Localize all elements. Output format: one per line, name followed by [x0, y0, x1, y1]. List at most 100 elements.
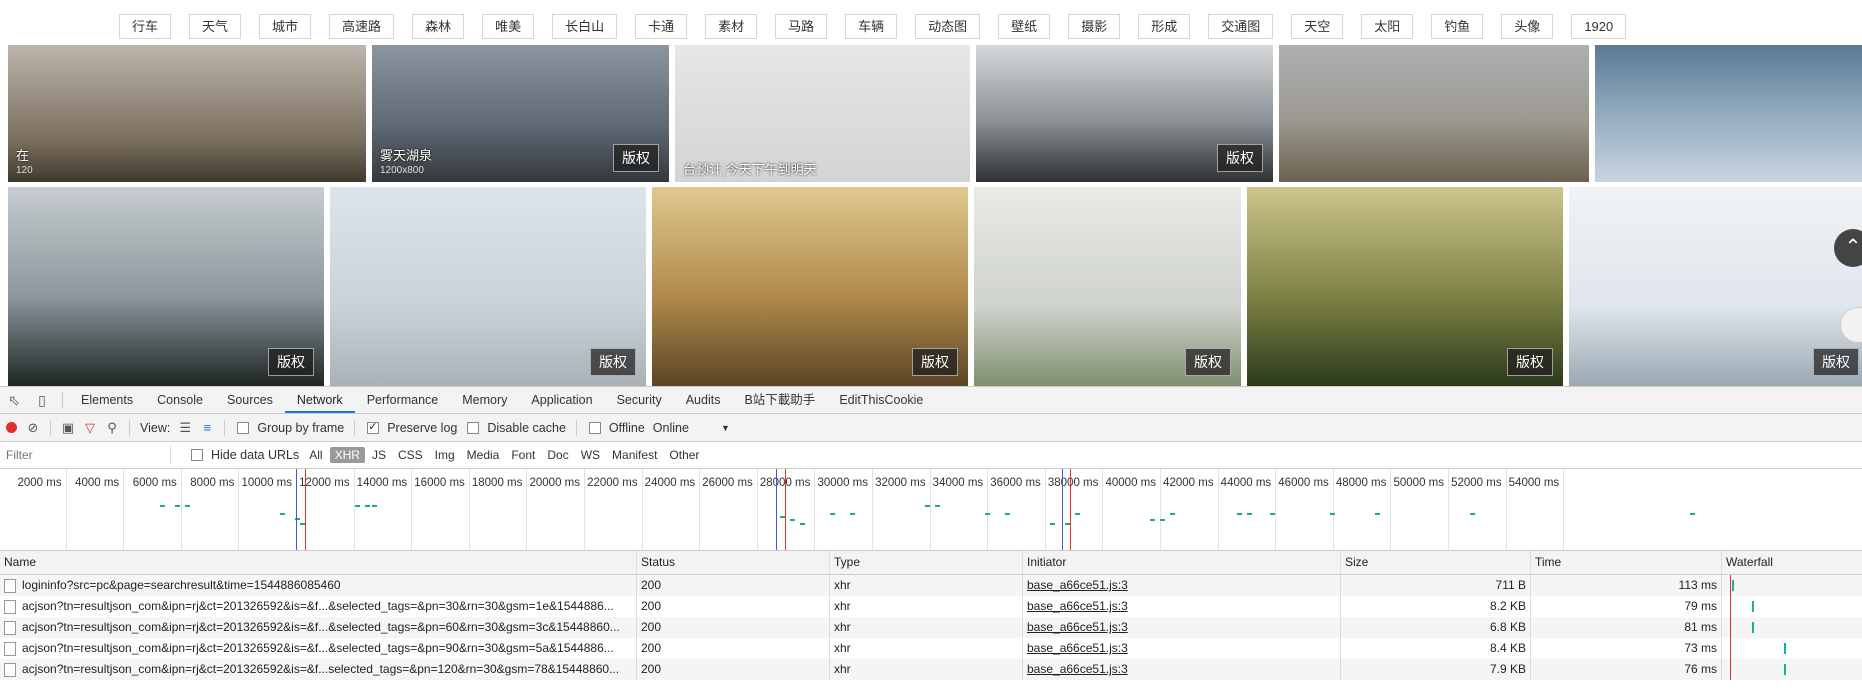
image-thumbnail[interactable]	[1279, 45, 1589, 182]
copyright-badge[interactable]: 版权	[590, 348, 636, 376]
request-row[interactable]: acjson?tn=resultjson_com&ipn=rj&ct=20132…	[0, 638, 1862, 659]
request-name-cell[interactable]: acjson?tn=resultjson_com&ipn=rj&ct=20132…	[0, 638, 637, 659]
tag-link[interactable]: 壁纸	[998, 14, 1051, 39]
request-row[interactable]: acjson?tn=resultjson_com&ipn=rj&ct=20132…	[0, 596, 1862, 617]
request-name-cell[interactable]: logininfo?src=pc&page=searchresult&time=…	[0, 575, 637, 596]
tag-link[interactable]: 形成	[1138, 14, 1191, 39]
filter-icon[interactable]: ▽	[79, 414, 101, 441]
throttling-select[interactable]: Online	[653, 421, 689, 435]
hide-data-urls-checkbox[interactable]	[191, 449, 203, 461]
tab-performance[interactable]: Performance	[355, 387, 451, 413]
tag-link[interactable]: 卡通	[635, 14, 688, 39]
initiator-link[interactable]: base_a66ce51.js:3	[1027, 599, 1128, 613]
column-header-name[interactable]: Name	[0, 551, 637, 574]
filter-type-manifest[interactable]: Manifest	[607, 447, 662, 463]
column-header-status[interactable]: Status	[637, 551, 830, 574]
filter-type-xhr[interactable]: XHR	[329, 447, 365, 463]
capture-screenshots-icon[interactable]: ▣	[57, 414, 79, 441]
tag-link[interactable]: 高速路	[329, 14, 395, 39]
filter-type-font[interactable]: Font	[506, 447, 540, 463]
image-thumbnail[interactable]: 雾天湖泉 1200x800 版权	[372, 45, 669, 182]
inspect-element-icon[interactable]: ⬁	[0, 387, 28, 413]
tag-link[interactable]: 钓鱼	[1431, 14, 1484, 39]
image-thumbnail[interactable]: 版权	[1247, 187, 1563, 386]
group-by-frame-checkbox[interactable]	[237, 421, 250, 434]
tab-audits[interactable]: Audits	[674, 387, 733, 413]
image-thumbnail[interactable]: 版权	[330, 187, 646, 386]
tab-editthiscookie[interactable]: EditThisCookie	[827, 387, 935, 413]
filter-type-js[interactable]: JS	[367, 447, 391, 463]
copyright-badge[interactable]: 版权	[1185, 348, 1231, 376]
device-toolbar-icon[interactable]: ▯	[28, 387, 56, 413]
request-name-cell[interactable]: acjson?tn=resultjson_com&ipn=rj&ct=20132…	[0, 617, 637, 638]
tab-b-[interactable]: B站下載助手	[732, 387, 827, 413]
tab-memory[interactable]: Memory	[450, 387, 519, 413]
column-header-type[interactable]: Type	[830, 551, 1023, 574]
chevron-down-icon[interactable]: ▼	[721, 423, 730, 433]
column-header-waterfall[interactable]: Waterfall	[1722, 551, 1862, 574]
filter-type-css[interactable]: CSS	[393, 447, 428, 463]
tab-console[interactable]: Console	[145, 387, 215, 413]
filter-type-media[interactable]: Media	[462, 447, 505, 463]
filter-input[interactable]	[0, 446, 171, 464]
request-row[interactable]: acjson?tn=resultjson_com&ipn=rj&ct=20132…	[0, 617, 1862, 638]
tag-link[interactable]: 车辆	[845, 14, 898, 39]
initiator-link[interactable]: base_a66ce51.js:3	[1027, 578, 1128, 592]
tag-link[interactable]: 太阳	[1361, 14, 1414, 39]
filter-type-other[interactable]: Other	[664, 447, 704, 463]
tag-link[interactable]: 长白山	[552, 14, 618, 39]
tag-link[interactable]: 行车	[119, 14, 172, 39]
request-row[interactable]: logininfo?src=pc&page=searchresult&time=…	[0, 575, 1862, 596]
filter-type-ws[interactable]: WS	[576, 447, 605, 463]
copyright-badge[interactable]: 版权	[268, 348, 314, 376]
copyright-badge[interactable]: 版权	[912, 348, 958, 376]
copyright-badge[interactable]: 版权	[1507, 348, 1553, 376]
tag-link[interactable]: 马路	[775, 14, 828, 39]
copyright-badge[interactable]: 版权	[613, 144, 659, 172]
large-request-rows-icon[interactable]: ☰	[174, 414, 196, 441]
request-row[interactable]: acjson?tn=resultjson_com&ipn=rj&ct=20132…	[0, 659, 1862, 680]
image-thumbnail[interactable]	[1595, 45, 1862, 182]
image-thumbnail[interactable]: 版权	[8, 187, 324, 386]
image-thumbnail[interactable]: 版权	[974, 187, 1241, 386]
tag-link[interactable]: 头像	[1501, 14, 1554, 39]
preserve-log-checkbox[interactable]	[367, 420, 380, 434]
tag-link[interactable]: 动态图	[915, 14, 981, 39]
image-thumbnail[interactable]: 台预计,今天下午到明天	[675, 45, 970, 182]
column-header-size[interactable]: Size	[1341, 551, 1531, 574]
overview-waterfall-icon[interactable]: ≡	[196, 414, 218, 441]
column-header-time[interactable]: Time	[1531, 551, 1722, 574]
filter-type-doc[interactable]: Doc	[542, 447, 573, 463]
initiator-link[interactable]: base_a66ce51.js:3	[1027, 620, 1128, 634]
initiator-link[interactable]: base_a66ce51.js:3	[1027, 662, 1128, 676]
tab-application[interactable]: Application	[519, 387, 604, 413]
record-button[interactable]	[0, 414, 22, 441]
tag-link[interactable]: 交通图	[1208, 14, 1274, 39]
image-thumbnail[interactable]: 版权	[976, 45, 1273, 182]
image-thumbnail[interactable]: 版权	[652, 187, 968, 386]
tag-link[interactable]: 1920	[1571, 14, 1627, 39]
tab-sources[interactable]: Sources	[215, 387, 285, 413]
tag-link[interactable]: 唯美	[482, 14, 535, 39]
tag-link[interactable]: 素材	[705, 14, 758, 39]
column-header-initiator[interactable]: Initiator	[1023, 551, 1341, 574]
request-name-cell[interactable]: acjson?tn=resultjson_com&ipn=rj&ct=20132…	[0, 659, 637, 680]
tab-security[interactable]: Security	[605, 387, 674, 413]
tag-link[interactable]: 城市	[259, 14, 312, 39]
image-thumbnail[interactable]: 在 120	[8, 45, 366, 182]
copyright-badge[interactable]: 版权	[1813, 348, 1859, 376]
tab-elements[interactable]: Elements	[69, 387, 145, 413]
tag-link[interactable]: 天气	[189, 14, 242, 39]
search-icon[interactable]: ⚲	[101, 414, 123, 441]
offline-checkbox[interactable]	[588, 421, 601, 434]
clear-icon[interactable]: ⊘	[22, 414, 44, 441]
copyright-badge[interactable]: 版权	[1217, 144, 1263, 172]
request-name-cell[interactable]: acjson?tn=resultjson_com&ipn=rj&ct=20132…	[0, 596, 637, 617]
disable-cache-checkbox[interactable]	[467, 421, 480, 434]
tag-link[interactable]: 摄影	[1068, 14, 1121, 39]
image-thumbnail[interactable]: 版权	[1569, 187, 1862, 386]
filter-type-all[interactable]: All	[304, 447, 327, 463]
filter-type-img[interactable]: Img	[430, 447, 460, 463]
initiator-link[interactable]: base_a66ce51.js:3	[1027, 641, 1128, 655]
tag-link[interactable]: 森林	[412, 14, 465, 39]
